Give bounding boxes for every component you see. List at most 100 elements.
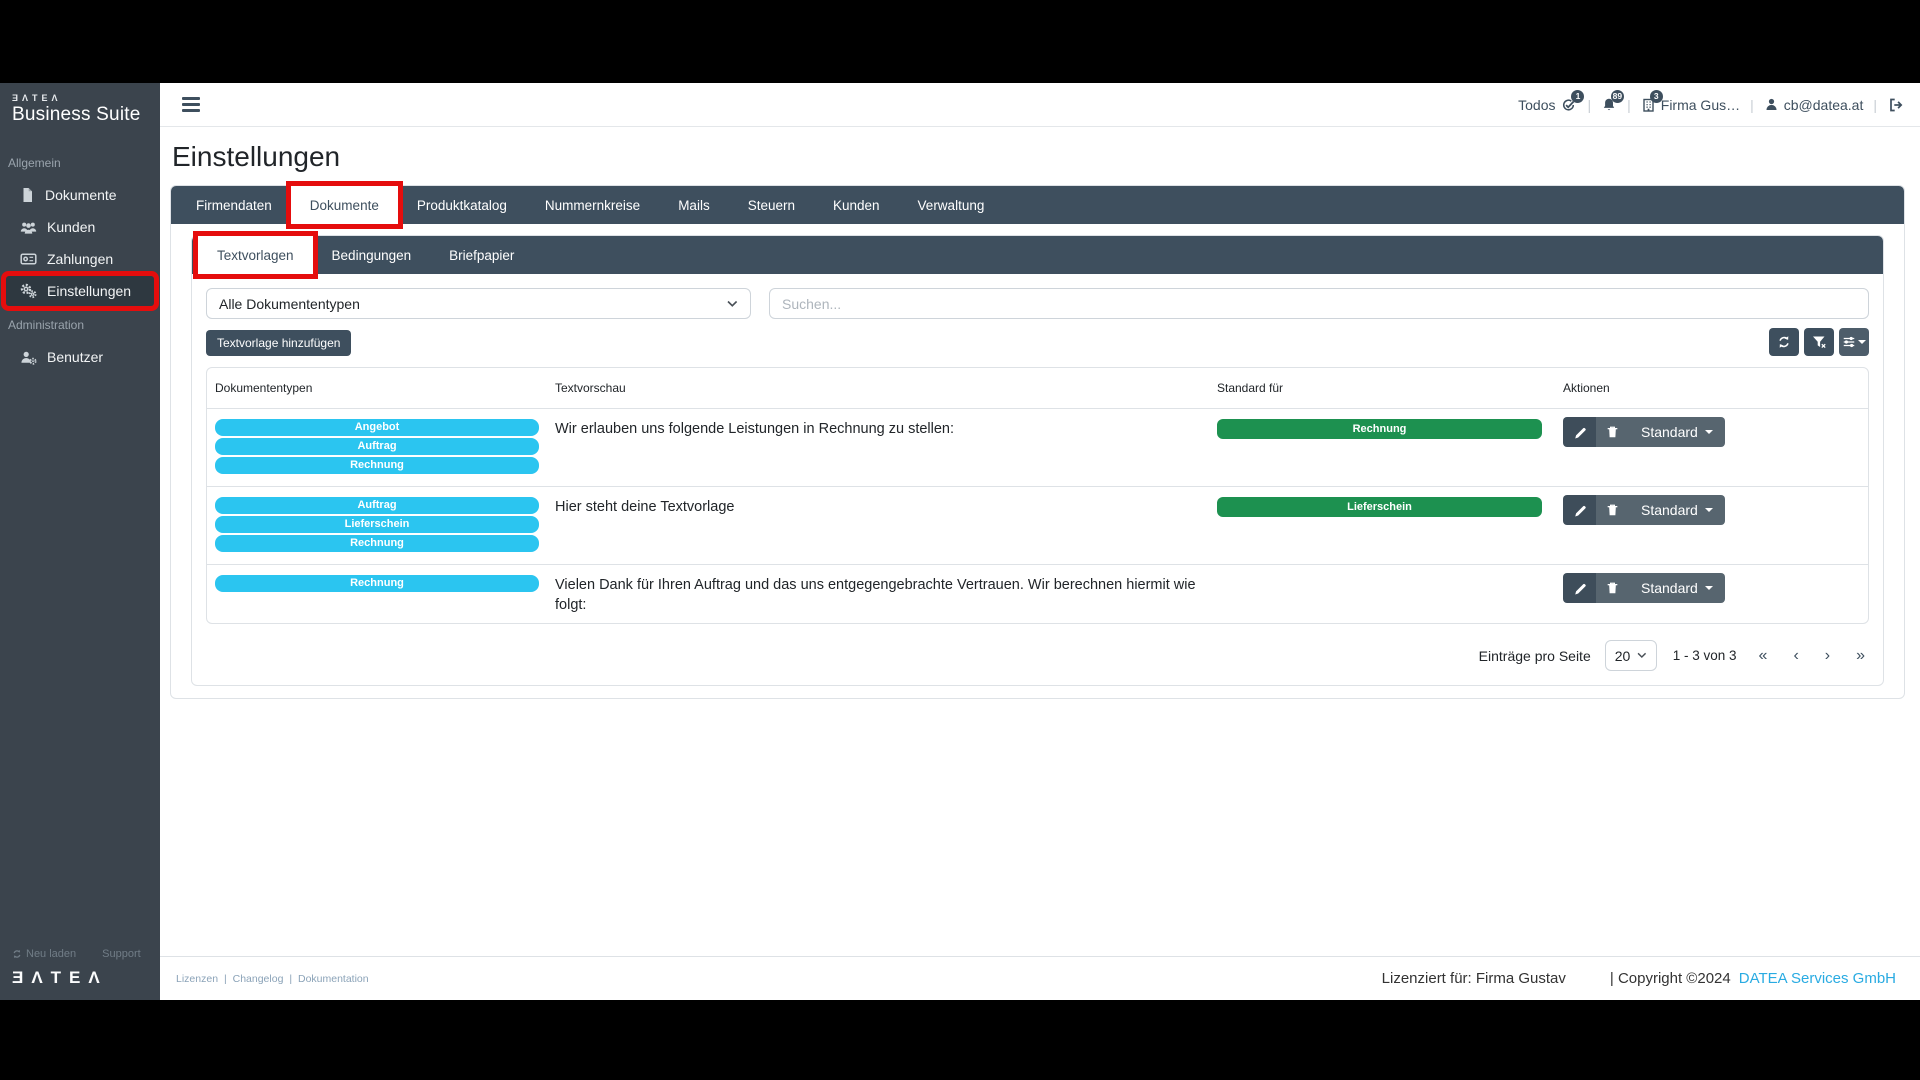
sidebar-item-dokumente[interactable]: Dokumente <box>6 180 154 210</box>
tab-mails[interactable]: Mails <box>659 186 729 224</box>
brand-logo: ƎΛTEΛ Business Suite <box>0 83 160 138</box>
doc-type-pill: Rechnung <box>215 457 539 474</box>
hamburger-menu-icon[interactable] <box>178 93 204 116</box>
tab-verwaltung[interactable]: Verwaltung <box>899 186 1004 224</box>
column-header-dokumententypen: Dokumententypen <box>215 381 313 395</box>
last-page-icon[interactable]: » <box>1856 647 1865 664</box>
column-settings-button[interactable] <box>1839 328 1869 356</box>
licensed-for-text: Lizenziert für: Firma Gustav <box>1381 970 1566 987</box>
tab-firmendaten[interactable]: Firmendaten <box>177 186 291 224</box>
separator: | <box>289 972 293 985</box>
sidebar-section-administration: Administration <box>8 318 85 332</box>
delete-button[interactable] <box>1596 573 1629 603</box>
todos-label: Todos <box>1518 96 1556 113</box>
footer-link-changelog[interactable]: Changelog <box>233 973 284 985</box>
sidebar-section-allgemein: Allgemein <box>8 156 61 170</box>
subtab-textvorlagen[interactable]: Textvorlagen <box>198 236 313 274</box>
todos-button[interactable]: Todos 1 <box>1518 89 1585 113</box>
person-icon <box>1764 97 1779 112</box>
footer-link-lizenzen[interactable]: Lizenzen <box>176 973 218 985</box>
table-row: Auftrag Lieferschein Rechnung Hier steht… <box>207 487 1868 565</box>
edit-button[interactable] <box>1563 573 1596 603</box>
pencil-icon <box>1573 582 1586 595</box>
edit-button[interactable] <box>1563 495 1596 525</box>
first-page-icon[interactable]: « <box>1759 647 1768 664</box>
user-gear-icon <box>20 350 37 365</box>
sidebar-item-label: Zahlungen <box>47 251 114 267</box>
pencil-icon <box>1573 426 1586 439</box>
document-type-select[interactable]: Alle Dokumententypen <box>206 288 751 319</box>
company-website-link[interactable]: DATEA Services GmbH <box>1739 970 1896 987</box>
logout-button[interactable] <box>1887 97 1904 113</box>
caret-down-icon <box>1704 430 1713 438</box>
brand-product-name: Business Suite <box>12 104 141 125</box>
footer-link-dokumentation[interactable]: Dokumentation <box>298 973 369 985</box>
preview-text: Wir erlauben uns folgende Leistungen in … <box>555 421 955 437</box>
caret-down-icon <box>1704 508 1713 516</box>
sidebar: ƎΛTEΛ Business Suite Allgemein Dokumente… <box>0 83 160 1000</box>
reload-link[interactable]: Neu laden <box>12 948 76 960</box>
add-textvorlage-button[interactable]: Textvorlage hinzufügen <box>206 330 352 356</box>
tab-steuern[interactable]: Steuern <box>729 186 814 224</box>
separator: | <box>1627 96 1631 113</box>
tab-produktkatalog[interactable]: Produktkatalog <box>398 186 526 224</box>
textvorlagen-table: Dokumententypen Textvorschau Standard fü… <box>206 367 1869 625</box>
caret-down-icon <box>1858 340 1866 348</box>
next-page-icon[interactable]: › <box>1825 647 1830 664</box>
preview-text: Hier steht deine Textvorlage <box>555 499 735 515</box>
todos-badge: 1 <box>1571 89 1585 103</box>
sidebar-item-benutzer[interactable]: Benutzer <box>6 342 154 372</box>
delete-button[interactable] <box>1596 417 1629 447</box>
sidebar-footer-logo: ƎΛTEΛ <box>12 968 108 987</box>
column-header-aktionen: Aktionen <box>1563 381 1610 395</box>
standard-dropdown-label: Standard <box>1641 502 1698 518</box>
search-input[interactable] <box>769 288 1869 319</box>
document-icon <box>20 187 35 203</box>
preview-text: Vielen Dank für Ihren Auftrag und das un… <box>555 577 1196 613</box>
action-group: Standard <box>1563 495 1860 525</box>
separator: | <box>223 972 227 985</box>
user-menu[interactable]: cb@datea.at <box>1764 97 1863 113</box>
sidebar-footer: Neu laden Support ƎΛTEΛ <box>0 940 160 1000</box>
doc-type-pill: Auftrag <box>215 438 539 455</box>
sidebar-item-zahlungen[interactable]: Zahlungen <box>6 244 154 274</box>
sidebar-item-einstellungen[interactable]: Einstellungen <box>6 276 154 306</box>
document-type-value: Alle Dokumententypen <box>219 295 360 312</box>
toolbar-row: Textvorlage hinzufügen <box>206 328 1869 356</box>
support-label: Support <box>102 948 141 960</box>
notifications-button[interactable]: 89 <box>1601 89 1625 113</box>
pagination: Einträge pro Seite 20 1 - 3 von 3 « ‹ › … <box>206 640 1869 672</box>
standard-dropdown-button[interactable]: Standard <box>1629 573 1725 603</box>
sidebar-nav: Allgemein Dokumente Kunden Zahlungen Ein… <box>0 138 160 940</box>
separator: | <box>1750 96 1754 113</box>
trash-icon <box>1606 581 1619 595</box>
separator: | <box>1873 96 1877 113</box>
per-page-select[interactable]: 20 <box>1604 640 1657 672</box>
settings-tabbar: Firmendaten Dokumente Produktkatalog Num… <box>171 186 1904 224</box>
prev-page-icon[interactable]: ‹ <box>1793 647 1798 664</box>
standard-dropdown-button[interactable]: Standard <box>1629 417 1725 447</box>
subtab-briefpapier[interactable]: Briefpapier <box>430 236 533 274</box>
tab-dokumente[interactable]: Dokumente <box>290 186 398 224</box>
refresh-button[interactable] <box>1769 328 1799 356</box>
standard-dropdown-label: Standard <box>1641 424 1698 440</box>
funnel-x-icon <box>1812 335 1827 349</box>
action-group: Standard <box>1563 417 1860 447</box>
clear-filter-button[interactable] <box>1804 328 1834 356</box>
page-title: Einstellungen <box>172 141 341 172</box>
support-link[interactable]: Support <box>102 948 141 960</box>
standard-for-badge: Lieferschein <box>1217 497 1542 517</box>
standard-for-badge: Rechnung <box>1217 419 1542 439</box>
sidebar-item-kunden[interactable]: Kunden <box>6 212 154 242</box>
footer-links: Lizenzen | Changelog | Dokumentation <box>176 973 369 985</box>
subtab-bedingungen[interactable]: Bedingungen <box>313 236 431 274</box>
tab-nummernkreise[interactable]: Nummernkreise <box>526 186 659 224</box>
delete-button[interactable] <box>1596 495 1629 525</box>
edit-button[interactable] <box>1563 417 1596 447</box>
tab-kunden[interactable]: Kunden <box>814 186 899 224</box>
payments-icon <box>20 252 37 266</box>
refresh-icon <box>12 949 22 959</box>
doc-type-pill: Rechnung <box>215 535 539 552</box>
company-menu[interactable]: 3 Firma Gus… <box>1641 89 1740 113</box>
standard-dropdown-button[interactable]: Standard <box>1629 495 1725 525</box>
